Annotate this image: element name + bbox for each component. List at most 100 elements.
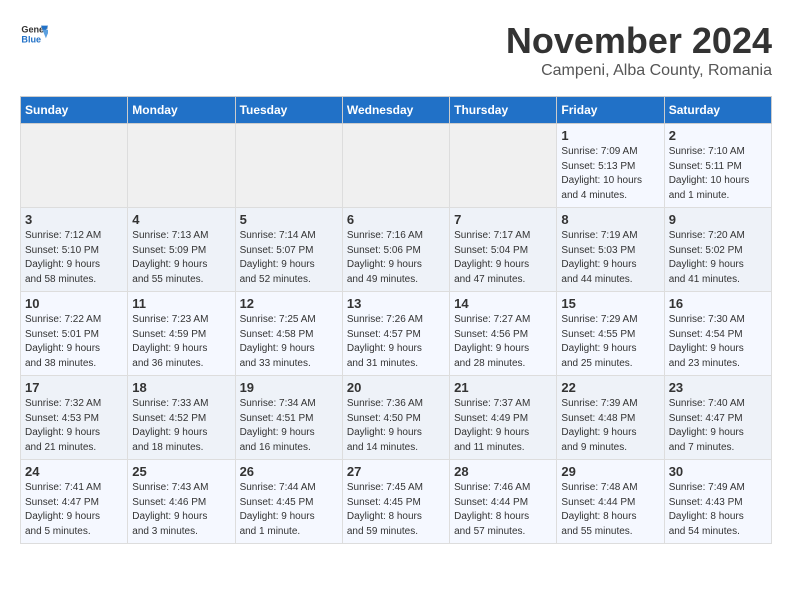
day-number: 24 [25,464,123,479]
day-info: Sunrise: 7:48 AM Sunset: 4:44 PM Dayligh… [561,481,659,539]
calendar-cell: 17 Sunrise: 7:32 AM Sunset: 4:53 PM Dayli… [21,376,128,460]
location-subtitle: Campeni, Alba County, Romania [506,62,772,80]
day-number: 20 [347,380,445,395]
calendar-cell: 22 Sunrise: 7:39 AM Sunset: 4:48 PM Dayli… [557,376,664,460]
calendar-table: SundayMondayTuesdayWednesdayThursdayFrid… [20,96,772,544]
day-info: Sunrise: 7:19 AM Sunset: 5:03 PM Dayligh… [561,229,659,287]
calendar-cell: 13Sunrise: 7:26 AM Sunset: 4:57 PM Dayli… [342,292,449,376]
day-info: Sunrise: 7:17 AM Sunset: 5:04 PM Dayligh… [454,229,552,287]
calendar-cell: 16 Sunrise: 7:30 AM Sunset: 4:54 PM Dayli… [664,292,771,376]
day-info: Sunrise: 7:41 AM Sunset: 4:47 PM Dayligh… [25,481,123,539]
day-info: Sunrise: 7:14 AM Sunset: 5:07 PM Dayligh… [240,229,338,287]
day-number: 5 [240,212,338,227]
day-number: 6 [347,212,445,227]
day-info: Sunrise: 7:36 AM Sunset: 4:50 PM Dayligh… [347,397,445,455]
weekday-header-thursday: Thursday [450,97,557,124]
day-info: Sunrise: 7:16 AM Sunset: 5:06 PM Dayligh… [347,229,445,287]
calendar-cell: 21 Sunrise: 7:37 AM Sunset: 4:49 PM Dayli… [450,376,557,460]
calendar-cell: 3 Sunrise: 7:12 AM Sunset: 5:10 PM Daylig… [21,208,128,292]
calendar-cell: 5 Sunrise: 7:14 AM Sunset: 5:07 PM Daylig… [235,208,342,292]
day-number: 14 [454,296,552,311]
logo: General Blue [20,20,48,48]
day-info: Sunrise: 7:29 AM Sunset: 4:55 PM Dayligh… [561,313,659,371]
day-info: Sunrise: 7:46 AM Sunset: 4:44 PM Dayligh… [454,481,552,539]
day-info: Sunrise: 7:40 AM Sunset: 4:47 PM Dayligh… [669,397,767,455]
month-title: November 2024 [506,20,772,62]
day-info: Sunrise: 7:13 AM Sunset: 5:09 PM Dayligh… [132,229,230,287]
calendar-cell: 4 Sunrise: 7:13 AM Sunset: 5:09 PM Daylig… [128,208,235,292]
day-info: Sunrise: 7:45 AM Sunset: 4:45 PM Dayligh… [347,481,445,539]
day-number: 25 [132,464,230,479]
day-info: Sunrise: 7:34 AM Sunset: 4:51 PM Dayligh… [240,397,338,455]
calendar-cell: 29 Sunrise: 7:48 AM Sunset: 4:44 PM Dayli… [557,460,664,544]
day-info: Sunrise: 7:26 AM Sunset: 4:57 PM Dayligh… [347,313,445,371]
day-info: Sunrise: 7:10 AM Sunset: 5:11 PM Dayligh… [669,145,767,203]
weekday-header-tuesday: Tuesday [235,97,342,124]
day-number: 16 [669,296,767,311]
day-number: 15 [561,296,659,311]
day-number: 19 [240,380,338,395]
day-info: Sunrise: 7:33 AM Sunset: 4:52 PM Dayligh… [132,397,230,455]
calendar-cell: 24 Sunrise: 7:41 AM Sunset: 4:47 PM Dayli… [21,460,128,544]
calendar-cell: 28 Sunrise: 7:46 AM Sunset: 4:44 PM Dayli… [450,460,557,544]
day-info: Sunrise: 7:23 AM Sunset: 4:59 PM Dayligh… [132,313,230,371]
day-info: Sunrise: 7:20 AM Sunset: 5:02 PM Dayligh… [669,229,767,287]
day-info: Sunrise: 7:32 AM Sunset: 4:53 PM Dayligh… [25,397,123,455]
logo-icon: General Blue [20,20,48,48]
day-info: Sunrise: 7:22 AM Sunset: 5:01 PM Dayligh… [25,313,123,371]
calendar-cell: 15 Sunrise: 7:29 AM Sunset: 4:55 PM Dayli… [557,292,664,376]
calendar-week-row: 24 Sunrise: 7:41 AM Sunset: 4:47 PM Dayli… [21,460,772,544]
day-number: 21 [454,380,552,395]
day-number: 26 [240,464,338,479]
day-number: 22 [561,380,659,395]
calendar-cell: 23Sunrise: 7:40 AM Sunset: 4:47 PM Dayli… [664,376,771,460]
day-info: Sunrise: 7:39 AM Sunset: 4:48 PM Dayligh… [561,397,659,455]
day-info: Sunrise: 7:27 AM Sunset: 4:56 PM Dayligh… [454,313,552,371]
calendar-cell [342,124,449,208]
calendar-cell [128,124,235,208]
day-number: 1 [561,128,659,143]
calendar-week-row: 17 Sunrise: 7:32 AM Sunset: 4:53 PM Dayli… [21,376,772,460]
weekday-header-sunday: Sunday [21,97,128,124]
day-number: 9 [669,212,767,227]
day-number: 29 [561,464,659,479]
day-number: 28 [454,464,552,479]
calendar-cell: 1 Sunrise: 7:09 AM Sunset: 5:13 PM Daylig… [557,124,664,208]
calendar-week-row: 10Sunrise: 7:22 AM Sunset: 5:01 PM Dayli… [21,292,772,376]
calendar-cell: 30Sunrise: 7:49 AM Sunset: 4:43 PM Dayli… [664,460,771,544]
calendar-cell [450,124,557,208]
calendar-cell: 19 Sunrise: 7:34 AM Sunset: 4:51 PM Dayli… [235,376,342,460]
day-info: Sunrise: 7:43 AM Sunset: 4:46 PM Dayligh… [132,481,230,539]
weekday-header-saturday: Saturday [664,97,771,124]
day-number: 8 [561,212,659,227]
svg-text:Blue: Blue [21,34,41,44]
calendar-cell: 10Sunrise: 7:22 AM Sunset: 5:01 PM Dayli… [21,292,128,376]
day-number: 12 [240,296,338,311]
day-number: 2 [669,128,767,143]
page-header: General Blue November 2024 Campeni, Alba… [20,20,772,80]
day-info: Sunrise: 7:09 AM Sunset: 5:13 PM Dayligh… [561,145,659,203]
day-info: Sunrise: 7:30 AM Sunset: 4:54 PM Dayligh… [669,313,767,371]
calendar-cell: 26Sunrise: 7:44 AM Sunset: 4:45 PM Dayli… [235,460,342,544]
day-number: 3 [25,212,123,227]
calendar-cell: 2 Sunrise: 7:10 AM Sunset: 5:11 PM Daylig… [664,124,771,208]
calendar-cell: 9 Sunrise: 7:20 AM Sunset: 5:02 PM Daylig… [664,208,771,292]
title-section: November 2024 Campeni, Alba County, Roma… [506,20,772,80]
day-number: 7 [454,212,552,227]
calendar-cell: 12 Sunrise: 7:25 AM Sunset: 4:58 PM Dayli… [235,292,342,376]
calendar-cell: 18Sunrise: 7:33 AM Sunset: 4:52 PM Dayli… [128,376,235,460]
day-number: 30 [669,464,767,479]
calendar-cell: 8 Sunrise: 7:19 AM Sunset: 5:03 PM Daylig… [557,208,664,292]
day-number: 17 [25,380,123,395]
weekday-header-row: SundayMondayTuesdayWednesdayThursdayFrid… [21,97,772,124]
day-number: 4 [132,212,230,227]
day-info: Sunrise: 7:25 AM Sunset: 4:58 PM Dayligh… [240,313,338,371]
calendar-cell: 14 Sunrise: 7:27 AM Sunset: 4:56 PM Dayli… [450,292,557,376]
day-info: Sunrise: 7:12 AM Sunset: 5:10 PM Dayligh… [25,229,123,287]
day-info: Sunrise: 7:37 AM Sunset: 4:49 PM Dayligh… [454,397,552,455]
weekday-header-wednesday: Wednesday [342,97,449,124]
calendar-cell: 7 Sunrise: 7:17 AM Sunset: 5:04 PM Daylig… [450,208,557,292]
day-number: 27 [347,464,445,479]
calendar-cell: 27 Sunrise: 7:45 AM Sunset: 4:45 PM Dayli… [342,460,449,544]
calendar-cell: 6 Sunrise: 7:16 AM Sunset: 5:06 PM Daylig… [342,208,449,292]
